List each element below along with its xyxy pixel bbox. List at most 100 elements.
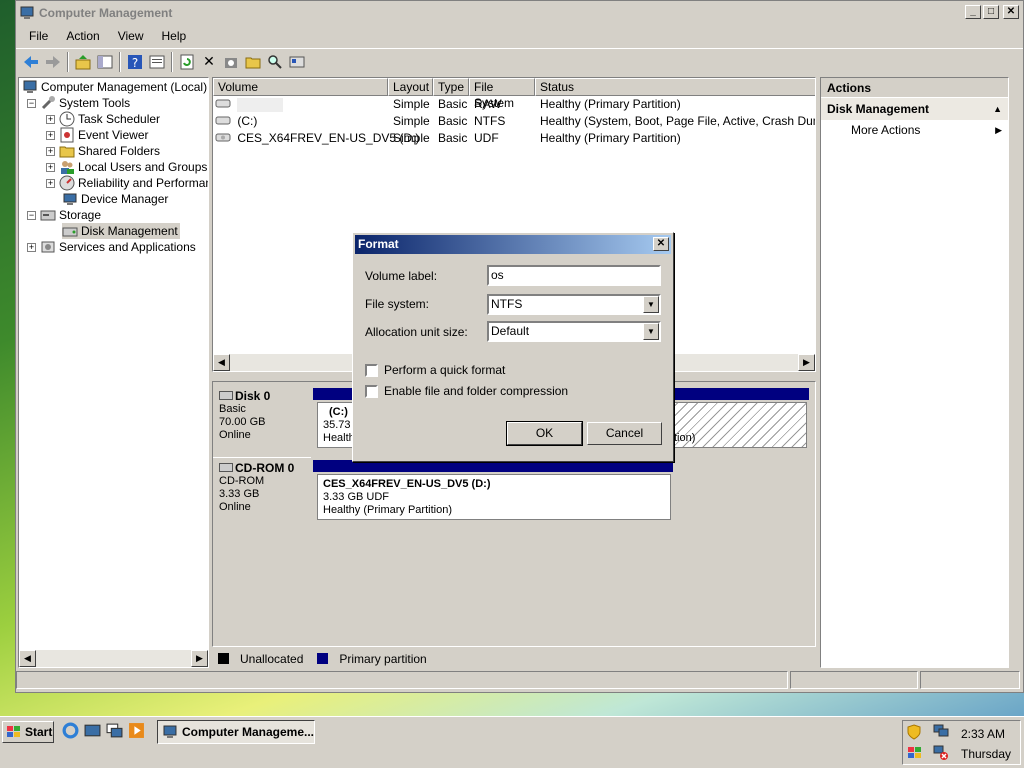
expand-icon[interactable]: + bbox=[46, 162, 55, 172]
tree-item-task-scheduler[interactable]: + Task Scheduler bbox=[46, 111, 160, 127]
dialog-title-bar[interactable]: Format ✕ bbox=[355, 235, 671, 254]
network-disconnected-icon[interactable] bbox=[933, 745, 949, 761]
show-desktop-icon[interactable] bbox=[84, 722, 101, 739]
volume-label-input[interactable]: os bbox=[487, 265, 661, 286]
tree-item-reliability[interactable]: + Reliability and Performanc bbox=[46, 175, 209, 191]
tree-item-event-viewer[interactable]: + Event Viewer bbox=[46, 127, 148, 143]
forward-icon[interactable] bbox=[42, 51, 64, 73]
tree-label: Local Users and Groups bbox=[78, 160, 208, 174]
actions-section-disk-management[interactable]: Disk Management ▲ bbox=[821, 98, 1008, 120]
title-bar[interactable]: Computer Management _ □ ✕ bbox=[16, 1, 1023, 25]
toolbar: ? ✕ bbox=[16, 48, 1023, 74]
expand-icon[interactable]: + bbox=[46, 146, 55, 156]
help-icon[interactable]: ? bbox=[124, 51, 146, 73]
device-manager-icon bbox=[62, 191, 78, 207]
column-header-type[interactable]: Type bbox=[433, 78, 469, 96]
allocation-unit-select[interactable]: Default ▼ bbox=[487, 321, 661, 342]
taskbar-item-computer-management[interactable]: Computer Manageme... bbox=[157, 720, 315, 744]
tree-item-storage[interactable]: − Storage bbox=[27, 207, 101, 223]
settings-icon[interactable] bbox=[220, 51, 242, 73]
media-player-icon[interactable] bbox=[128, 722, 145, 739]
column-header-status[interactable]: Status bbox=[535, 78, 815, 96]
minimize-button[interactable]: _ bbox=[965, 5, 981, 19]
network-icon[interactable] bbox=[933, 724, 949, 738]
back-icon[interactable] bbox=[20, 51, 42, 73]
tree-item-services[interactable]: + Services and Applications bbox=[27, 239, 196, 255]
switch-windows-icon[interactable] bbox=[106, 722, 123, 739]
tree-item-root[interactable]: Computer Management (Local) bbox=[22, 79, 207, 95]
chevron-down-icon[interactable]: ▼ bbox=[643, 323, 659, 340]
file-system-select[interactable]: NTFS ▼ bbox=[487, 294, 661, 315]
compression-checkbox[interactable]: Enable file and folder compression bbox=[365, 384, 568, 398]
tree-item-local-users[interactable]: + Local Users and Groups bbox=[46, 159, 207, 175]
tree-item-system-tools[interactable]: − System Tools bbox=[27, 95, 130, 111]
tree-item-device-manager[interactable]: Device Manager bbox=[62, 191, 168, 207]
scroll-right-icon[interactable]: ▶ bbox=[798, 354, 815, 371]
close-button[interactable]: ✕ bbox=[1003, 5, 1019, 19]
menu-action[interactable]: Action bbox=[57, 29, 108, 43]
checkbox-box[interactable] bbox=[365, 384, 378, 398]
disk-settings-icon[interactable] bbox=[286, 51, 308, 73]
expand-icon[interactable]: + bbox=[46, 130, 55, 140]
status-cell: Healthy (System, Boot, Page File, Active… bbox=[540, 114, 815, 128]
show-hide-tree-icon[interactable] bbox=[94, 51, 116, 73]
tree-item-shared-folders[interactable]: + Shared Folders bbox=[46, 143, 160, 159]
search-icon[interactable] bbox=[264, 51, 286, 73]
column-header-volume[interactable]: Volume bbox=[213, 78, 388, 96]
expand-icon[interactable]: + bbox=[46, 178, 55, 188]
partition-d[interactable]: CES_X64FREV_EN-US_DV5 (D:) 3.33 GB UDF H… bbox=[317, 474, 671, 520]
partition-size: 3.33 GB UDF bbox=[323, 491, 390, 503]
up-folder-icon[interactable] bbox=[72, 51, 94, 73]
security-shield-icon[interactable] bbox=[907, 724, 921, 740]
collapse-up-icon[interactable]: ▲ bbox=[993, 98, 1002, 120]
performance-icon bbox=[59, 175, 75, 191]
partition-status: Healthy (Primary Partition) bbox=[323, 504, 452, 516]
expand-icon[interactable]: + bbox=[46, 114, 55, 124]
properties-icon[interactable] bbox=[146, 51, 168, 73]
more-actions-label: More Actions bbox=[851, 123, 921, 137]
ok-button[interactable]: OK bbox=[506, 421, 583, 446]
column-header-layout[interactable]: Layout bbox=[388, 78, 433, 96]
windows-update-icon[interactable] bbox=[907, 746, 923, 760]
scroll-left-icon[interactable]: ◀ bbox=[213, 354, 230, 371]
expand-icon[interactable]: + bbox=[27, 242, 36, 252]
tree-item-disk-management[interactable]: Disk Management bbox=[62, 223, 180, 239]
maximize-button[interactable]: □ bbox=[983, 5, 999, 19]
more-actions-item[interactable]: More Actions ▶ bbox=[821, 120, 1008, 140]
console-tree: Computer Management (Local) − System Too… bbox=[18, 77, 209, 668]
refresh-icon[interactable] bbox=[176, 51, 198, 73]
menu-help[interactable]: Help bbox=[153, 29, 196, 43]
dialog-close-button[interactable]: ✕ bbox=[653, 237, 669, 251]
internet-explorer-icon[interactable] bbox=[62, 722, 79, 739]
menu-file[interactable]: File bbox=[20, 29, 57, 43]
open-folder-icon[interactable] bbox=[242, 51, 264, 73]
delete-icon[interactable]: ✕ bbox=[198, 51, 220, 73]
disk-state: Online bbox=[219, 429, 251, 441]
menu-view[interactable]: View bbox=[109, 29, 153, 43]
scroll-right-icon[interactable]: ▶ bbox=[191, 650, 208, 667]
table-row[interactable]: (C:) Simple Basic NTFS Healthy (System, … bbox=[215, 113, 815, 130]
services-icon bbox=[40, 239, 56, 255]
clock-time[interactable]: 2:33 AM bbox=[961, 727, 1005, 741]
disk-name: CD-ROM 0 bbox=[235, 461, 295, 475]
chevron-down-icon[interactable]: ▼ bbox=[643, 296, 659, 313]
type-cell: Basic bbox=[438, 131, 468, 145]
scroll-left-icon[interactable]: ◀ bbox=[19, 650, 36, 667]
disk-management-icon bbox=[62, 223, 78, 239]
cancel-button[interactable]: Cancel bbox=[587, 422, 662, 445]
quick-format-label: Perform a quick format bbox=[384, 363, 506, 377]
start-button[interactable]: Start bbox=[2, 721, 54, 743]
collapse-icon[interactable]: − bbox=[27, 98, 36, 108]
table-row[interactable]: Simple Basic RAW Healthy (Primary Partit… bbox=[215, 96, 815, 113]
quick-format-checkbox[interactable]: Perform a quick format bbox=[365, 363, 505, 377]
table-row[interactable]: CES_X64FREV_EN-US_DV5 (D:) Simple Basic … bbox=[215, 130, 815, 147]
cdrom-0-label[interactable]: CD-ROM 0 CD-ROM 3.33 GB Online bbox=[213, 457, 311, 523]
tree-label: Reliability and Performanc bbox=[78, 176, 209, 190]
tree-horizontal-scrollbar[interactable]: ◀ ▶ bbox=[19, 650, 208, 667]
legend-unallocated: Unallocated bbox=[240, 651, 304, 666]
checkbox-box[interactable] bbox=[365, 363, 378, 377]
quick-launch bbox=[62, 722, 145, 739]
column-header-file-system[interactable]: File System bbox=[469, 78, 535, 110]
disk-0-label[interactable]: Disk 0 Basic 70.00 GB Online bbox=[213, 386, 311, 452]
collapse-icon[interactable]: − bbox=[27, 210, 36, 220]
